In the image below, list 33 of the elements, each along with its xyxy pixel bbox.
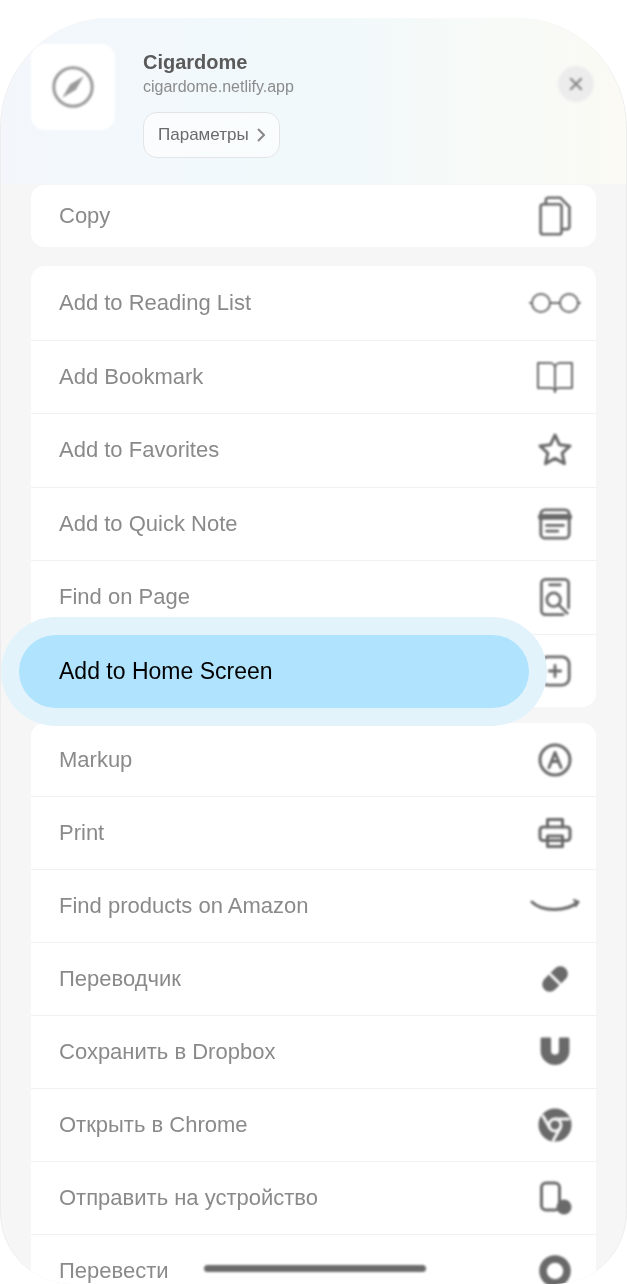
menu-item[interactable]: Markup	[31, 723, 528, 796]
compass-icon	[50, 64, 96, 110]
glasses-icon	[529, 290, 581, 315]
menu-item[interactable]: Copy	[31, 185, 528, 247]
options-button[interactable]: Параметры	[143, 112, 280, 158]
note-icon	[538, 506, 572, 541]
page-search-icon	[540, 578, 570, 617]
ring-icon	[537, 1253, 573, 1284]
circled-a-icon	[537, 741, 573, 778]
menu-item[interactable]: Find on Page	[31, 561, 528, 634]
page-title: Cigardome	[143, 50, 248, 75]
documents-icon	[538, 196, 572, 236]
menu-item[interactable]: Add to Quick Note	[31, 487, 528, 560]
menu-item[interactable]: Add Bookmark	[31, 340, 528, 413]
menu-item[interactable]: Сохранить в Dropbox	[31, 1016, 528, 1088]
menu-item[interactable]: Add to Home Screen	[19, 634, 529, 708]
swirl-circle-icon	[537, 1107, 573, 1143]
close-icon	[569, 77, 583, 91]
menu-item[interactable]: Add to Reading List	[31, 266, 528, 340]
menu-item[interactable]: Отправить на устройство	[31, 1162, 528, 1234]
menu-item[interactable]: Переводчик	[31, 943, 528, 1015]
menu-item[interactable]: Find products on Amazon	[31, 870, 528, 942]
curved-arrow-icon	[530, 898, 580, 914]
menu-item[interactable]: Перевести	[31, 1235, 528, 1284]
chevron-right-icon	[256, 128, 265, 142]
book-icon	[536, 359, 574, 394]
close-button[interactable]	[558, 66, 594, 102]
menu-item[interactable]: Print	[31, 797, 528, 869]
page-address: cigardome.netlify.app	[143, 77, 294, 97]
printer-icon	[537, 815, 573, 851]
menu-item[interactable]: Add to Favorites	[31, 414, 528, 487]
menu-item[interactable]: Открыть в Chrome	[31, 1089, 528, 1161]
device-icon	[537, 1180, 573, 1216]
